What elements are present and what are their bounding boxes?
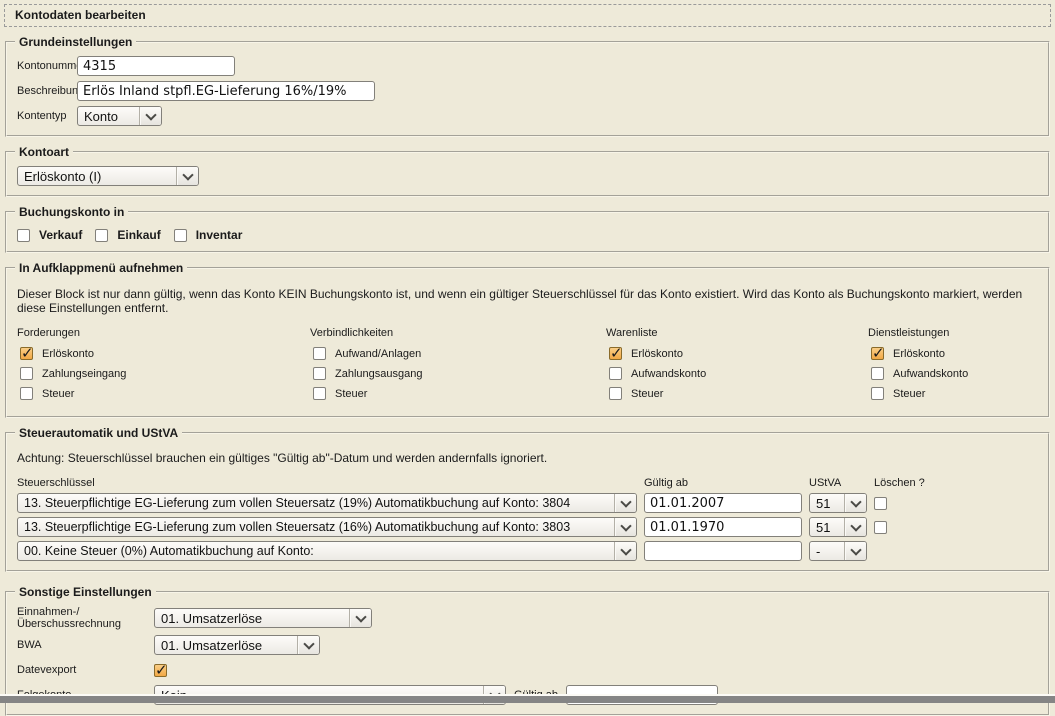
- checkbox-label: Aufwandskonto: [893, 368, 968, 380]
- verbindlichkeiten-aufwand-checkbox[interactable]: [313, 347, 326, 360]
- dienstleistungen-erloeskonto-checkbox[interactable]: [871, 347, 884, 360]
- column-header: Forderungen: [17, 327, 310, 339]
- checkbox-label: Zahlungseingang: [42, 368, 126, 380]
- section-sonstige-legend: Sonstige Einstellungen: [15, 585, 156, 599]
- aufklappmenu-note: Dieser Block ist nur dann gültig, wenn d…: [17, 287, 1040, 315]
- column-verbindlichkeiten: Verbindlichkeiten Aufwand/Anlagen Zahlun…: [310, 327, 606, 407]
- section-aufklappmenu-legend: In Aufklappmenü aufnehmen: [15, 261, 187, 275]
- chevron-down-icon: [614, 542, 636, 560]
- chevron-down-icon: [139, 107, 161, 125]
- checkbox-label: Steuer: [335, 388, 367, 400]
- checkbox-label: Steuer: [631, 388, 663, 400]
- verbindlichkeiten-steuer-checkbox[interactable]: [313, 387, 326, 400]
- chevron-down-icon: [844, 494, 866, 512]
- steuerautomatik-warning: Achtung: Steuerschlüssel brauchen ein gü…: [17, 451, 1040, 465]
- gueltig-ab-input-2[interactable]: [644, 517, 802, 537]
- euer-select[interactable]: 01. Umsatzerlöse: [154, 608, 372, 628]
- ustva-select-3[interactable]: -: [809, 541, 867, 561]
- verkauf-checkbox[interactable]: [17, 229, 30, 242]
- steuerschluessel-select-2[interactable]: 13. Steuerpflichtige EG-Lieferung zum vo…: [17, 517, 637, 537]
- gueltig-ab-input-3[interactable]: [644, 541, 802, 561]
- chevron-down-icon: [176, 167, 198, 185]
- ustva-select-1[interactable]: 51: [809, 493, 867, 513]
- chevron-down-icon: [297, 636, 319, 654]
- forderungen-erloeskonto-checkbox[interactable]: [20, 347, 33, 360]
- bwa-label: BWA: [17, 639, 154, 651]
- kontoart-select[interactable]: Erlöskonto (I): [17, 166, 199, 186]
- steuerschluessel-select-3[interactable]: 00. Keine Steuer (0%) Automatikbuchung a…: [17, 541, 637, 561]
- dienstleistungen-steuer-checkbox[interactable]: [871, 387, 884, 400]
- checkbox-label: Steuer: [42, 388, 74, 400]
- kontonummer-label: Kontonummer: [17, 60, 77, 72]
- section-kontoart-legend: Kontoart: [15, 145, 73, 159]
- verkauf-label: Verkauf: [39, 228, 82, 242]
- column-header: Verbindlichkeiten: [310, 327, 606, 339]
- section-buchungskonto: Buchungskonto in Verkauf Einkauf Inventa…: [5, 205, 1050, 253]
- column-header: Warenliste: [606, 327, 868, 339]
- gueltig-ab-input-1[interactable]: [644, 493, 802, 513]
- bottom-scrollbar[interactable]: [0, 696, 1055, 703]
- loeschen-checkbox-2[interactable]: [874, 521, 887, 534]
- warenliste-aufwandskonto-checkbox[interactable]: [609, 367, 622, 380]
- section-grundeinstellungen-legend: Grundeinstellungen: [15, 35, 136, 49]
- column-warenliste: Warenliste Erlöskonto Aufwandskonto Steu…: [606, 327, 868, 407]
- forderungen-zahlungseingang-checkbox[interactable]: [20, 367, 33, 380]
- inventar-label: Inventar: [196, 228, 243, 242]
- section-buchungskonto-legend: Buchungskonto in: [15, 205, 128, 219]
- euer-label: Einnahmen-/Überschussrechnung: [17, 606, 154, 630]
- checkbox-label: Erlöskonto: [631, 348, 683, 360]
- chevron-down-icon: [844, 542, 866, 560]
- kontonummer-input[interactable]: [77, 56, 235, 76]
- col-header-steuerschluessel: Steuerschlüssel: [17, 477, 637, 489]
- col-header-ustva: UStVA: [809, 477, 867, 489]
- page-title-box: Kontodaten bearbeiten: [4, 4, 1051, 27]
- bwa-select[interactable]: 01. Umsatzerlöse: [154, 635, 320, 655]
- dienstleistungen-aufwandskonto-checkbox[interactable]: [871, 367, 884, 380]
- ustva-select-2[interactable]: 51: [809, 517, 867, 537]
- column-dienstleistungen: Dienstleistungen Erlöskonto Aufwandskont…: [868, 327, 1040, 407]
- section-aufklappmenu: In Aufklappmenü aufnehmen Dieser Block i…: [5, 261, 1050, 418]
- warenliste-steuer-checkbox[interactable]: [609, 387, 622, 400]
- checkbox-label: Erlöskonto: [893, 348, 945, 360]
- kontentyp-label: Kontentyp: [17, 110, 77, 122]
- section-grundeinstellungen: Grundeinstellungen Kontonummer Beschreib…: [5, 35, 1050, 137]
- column-forderungen: Forderungen Erlöskonto Zahlungseingang S…: [17, 327, 310, 407]
- checkbox-label: Zahlungsausgang: [335, 368, 422, 380]
- verbindlichkeiten-zahlungsausgang-checkbox[interactable]: [313, 367, 326, 380]
- page-title: Kontodaten bearbeiten: [15, 8, 146, 22]
- column-header: Dienstleistungen: [868, 327, 1040, 339]
- section-steuerautomatik: Steuerautomatik und UStVA Achtung: Steue…: [5, 426, 1050, 572]
- kontentyp-select[interactable]: Konto: [77, 106, 162, 126]
- datevexport-checkbox[interactable]: [154, 664, 167, 677]
- steuerschluessel-select-1[interactable]: 13. Steuerpflichtige EG-Lieferung zum vo…: [17, 493, 637, 513]
- forderungen-steuer-checkbox[interactable]: [20, 387, 33, 400]
- chevron-down-icon: [844, 518, 866, 536]
- loeschen-checkbox-1[interactable]: [874, 497, 887, 510]
- section-steuerautomatik-legend: Steuerautomatik und UStVA: [15, 426, 182, 440]
- datevexport-label: Datevexport: [17, 664, 154, 676]
- checkbox-label: Erlöskonto: [42, 348, 94, 360]
- col-header-gueltig-ab: Gültig ab: [644, 477, 802, 489]
- section-kontoart: Kontoart Erlöskonto (I): [5, 145, 1050, 197]
- checkbox-label: Aufwandskonto: [631, 368, 706, 380]
- warenliste-erloeskonto-checkbox[interactable]: [609, 347, 622, 360]
- chevron-down-icon: [614, 518, 636, 536]
- beschreibung-input[interactable]: [77, 81, 375, 101]
- chevron-down-icon: [349, 609, 371, 627]
- inventar-checkbox[interactable]: [174, 229, 187, 242]
- col-header-loeschen: Löschen ?: [874, 477, 1040, 489]
- checkbox-label: Steuer: [893, 388, 925, 400]
- einkauf-checkbox[interactable]: [95, 229, 108, 242]
- beschreibung-label: Beschreibung: [17, 85, 77, 97]
- chevron-down-icon: [614, 494, 636, 512]
- einkauf-label: Einkauf: [117, 228, 160, 242]
- checkbox-label: Aufwand/Anlagen: [335, 348, 421, 360]
